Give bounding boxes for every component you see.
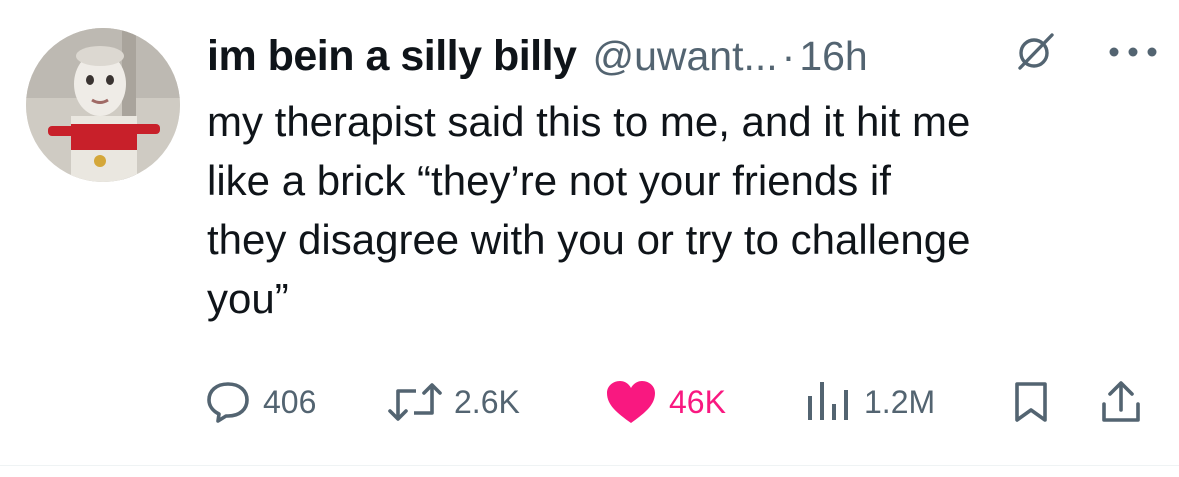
like-button[interactable]: 46K xyxy=(605,372,726,432)
action-bar: 406 2.6K 46K 1.2M xyxy=(0,372,1179,432)
tweet-text-line: like a brick “they’re not your friends i… xyxy=(207,157,891,204)
bookmark-icon xyxy=(1015,382,1047,422)
repost-icon xyxy=(388,383,442,421)
repost-button[interactable]: 2.6K xyxy=(388,372,520,432)
share-button[interactable] xyxy=(1099,372,1143,432)
tweet-text-line: my therapist said this to me, and it hit… xyxy=(207,98,971,145)
user-handle[interactable]: @uwant... xyxy=(592,33,777,80)
like-count: 46K xyxy=(669,383,726,420)
views-button[interactable]: 1.2M xyxy=(806,372,935,432)
more-icon[interactable] xyxy=(1108,46,1158,58)
separator-dot: · xyxy=(781,32,796,79)
timestamp[interactable]: 16h xyxy=(799,33,867,80)
reply-count: 406 xyxy=(263,383,317,420)
heart-icon xyxy=(607,381,655,423)
share-icon xyxy=(1102,381,1140,422)
display-name[interactable]: im bein a silly billy xyxy=(207,32,577,81)
tweet-text-line: you” xyxy=(207,275,289,322)
avatar-image xyxy=(26,28,180,182)
tweet-text-line: they disagree with you or try to challen… xyxy=(207,216,971,263)
views-chart-icon xyxy=(808,382,848,420)
bookmark-button[interactable] xyxy=(1013,372,1049,432)
reply-icon xyxy=(207,382,249,423)
repost-count: 2.6K xyxy=(454,383,520,420)
avatar[interactable] xyxy=(26,28,180,182)
tweet-text: my therapist said this to me, and it hit… xyxy=(207,92,1157,328)
reply-button[interactable]: 406 xyxy=(205,372,316,432)
views-count: 1.2M xyxy=(864,383,936,420)
grok-icon[interactable] xyxy=(1015,30,1057,72)
divider xyxy=(0,465,1179,466)
